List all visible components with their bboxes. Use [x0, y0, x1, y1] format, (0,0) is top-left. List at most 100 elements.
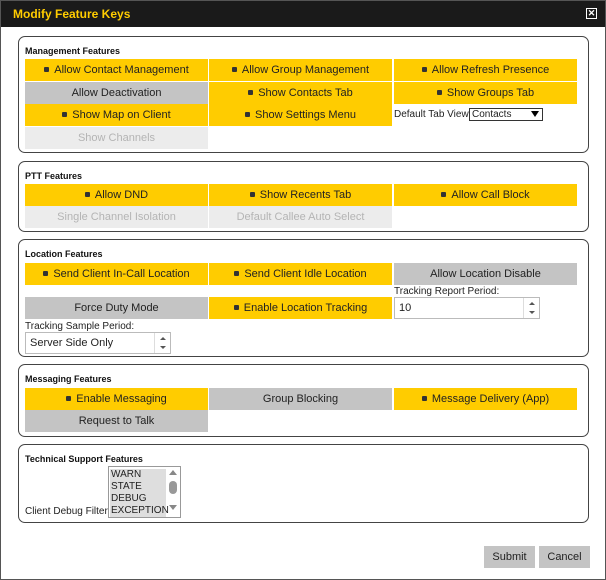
toggle-label: Send Client In-Call Location: [53, 268, 190, 280]
check-icon: [84, 191, 90, 197]
toggle-label: Show Settings Menu: [255, 109, 356, 121]
section-title: Management Features: [25, 46, 121, 56]
check-icon: [66, 395, 72, 401]
toggle-label: Show Contacts Tab: [258, 87, 353, 99]
allow-refresh-presence-toggle[interactable]: Allow Refresh Presence: [394, 59, 577, 81]
toggle-label: Allow Deactivation: [71, 87, 162, 99]
allow-deactivation-toggle[interactable]: Allow Deactivation: [25, 82, 208, 104]
scroll-thumb[interactable]: [169, 481, 177, 494]
spinner-value: 10: [399, 302, 412, 314]
management-features-section: Management Features Allow Contact Manage…: [18, 36, 589, 153]
default-tab-view-select[interactable]: Contacts: [469, 108, 543, 121]
force-duty-mode-toggle[interactable]: Force Duty Mode: [25, 297, 208, 319]
toggle-label: Enable Messaging: [76, 393, 167, 405]
chevron-down-icon[interactable]: [160, 346, 166, 349]
chevron-down-icon[interactable]: [529, 311, 535, 314]
spinner-buttons[interactable]: [523, 298, 539, 318]
send-client-idle-location-toggle[interactable]: Send Client Idle Location: [209, 263, 392, 285]
show-settings-menu-toggle[interactable]: Show Settings Menu: [209, 104, 392, 126]
show-map-on-client-toggle[interactable]: Show Map on Client: [25, 104, 208, 126]
toggle-label: Single Channel Isolation: [57, 211, 176, 223]
debug-option-warn[interactable]: WARN: [110, 469, 166, 481]
allow-location-disable-toggle[interactable]: Allow Location Disable: [394, 263, 577, 285]
tracking-report-period-input[interactable]: 10: [394, 297, 540, 319]
debug-option-debug[interactable]: DEBUG: [110, 493, 166, 505]
submit-button[interactable]: Submit: [484, 546, 535, 568]
debug-option-state[interactable]: STATE: [110, 481, 166, 493]
ptt-features-section: PTT Features Allow DND Show Recents Tab …: [18, 161, 589, 232]
spinner-buttons[interactable]: [154, 333, 170, 353]
tracking-report-period-label: Tracking Report Period:: [394, 286, 500, 297]
default-tab-view-label: Default Tab View:: [394, 109, 472, 120]
scroll-down-icon[interactable]: [169, 505, 177, 510]
show-groups-tab-toggle[interactable]: Show Groups Tab: [394, 82, 577, 104]
messaging-features-section: Messaging Features Enable Messaging Grou…: [18, 364, 589, 437]
check-icon: [245, 111, 251, 117]
tracking-sample-period-label: Tracking Sample Period:: [25, 321, 135, 332]
chevron-down-icon: [531, 111, 539, 117]
technical-support-features-section: Technical Support Features Client Debug …: [18, 444, 589, 523]
check-icon: [436, 89, 442, 95]
chevron-up-icon[interactable]: [160, 337, 166, 340]
send-client-in-call-location-toggle[interactable]: Send Client In-Call Location: [25, 263, 208, 285]
select-value: Contacts: [472, 109, 512, 120]
spinner-value: Server Side Only: [30, 337, 114, 349]
client-debug-filter-listbox[interactable]: WARN STATE DEBUG EXCEPTION: [108, 466, 181, 518]
toggle-label: Show Recents Tab: [259, 189, 352, 201]
show-contacts-tab-toggle[interactable]: Show Contacts Tab: [209, 82, 392, 104]
check-icon: [248, 89, 254, 95]
chevron-up-icon[interactable]: [529, 302, 535, 305]
allow-dnd-toggle[interactable]: Allow DND: [25, 184, 208, 206]
toggle-label: Enable Location Tracking: [243, 302, 368, 314]
allow-call-block-toggle[interactable]: Allow Call Block: [394, 184, 577, 206]
toggle-label: Allow Refresh Presence: [431, 64, 550, 76]
toggle-label: Allow Call Block: [451, 189, 530, 201]
toggle-label: Allow Contact Management: [54, 64, 189, 76]
check-icon: [421, 66, 427, 72]
toggle-label: Group Blocking: [262, 393, 339, 405]
debug-option-exception[interactable]: EXCEPTION: [110, 505, 169, 517]
single-channel-isolation-toggle[interactable]: Single Channel Isolation: [25, 206, 208, 228]
enable-location-tracking-toggle[interactable]: Enable Location Tracking: [209, 297, 392, 319]
enable-messaging-toggle[interactable]: Enable Messaging: [25, 388, 208, 410]
check-icon: [234, 270, 240, 276]
dialog-title-bar: Modify Feature Keys: [1, 1, 605, 27]
check-icon: [62, 111, 68, 117]
listbox-scrollbar[interactable]: [167, 468, 179, 512]
close-icon[interactable]: ✕: [586, 8, 597, 19]
check-icon: [421, 395, 427, 401]
toggle-label: Allow Group Management: [241, 64, 370, 76]
toggle-label: Force Duty Mode: [74, 302, 159, 314]
toggle-label: Request to Talk: [78, 415, 155, 427]
allow-contact-management-toggle[interactable]: Allow Contact Management: [25, 59, 208, 81]
show-channels-toggle[interactable]: Show Channels: [25, 127, 208, 149]
check-icon: [441, 191, 447, 197]
toggle-label: Default Callee Auto Select: [236, 211, 365, 223]
toggle-label: Send Client Idle Location: [244, 268, 367, 280]
group-blocking-toggle[interactable]: Group Blocking: [209, 388, 392, 410]
check-icon: [231, 66, 237, 72]
default-callee-auto-select-toggle[interactable]: Default Callee Auto Select: [209, 206, 392, 228]
client-debug-filter-label: Client Debug Filter:: [25, 506, 111, 517]
section-title: Location Features: [25, 249, 103, 259]
tracking-sample-period-input[interactable]: Server Side Only: [25, 332, 171, 354]
toggle-label: Show Channels: [77, 132, 156, 144]
show-recents-tab-toggle[interactable]: Show Recents Tab: [209, 184, 392, 206]
message-delivery-app-toggle[interactable]: Message Delivery (App): [394, 388, 577, 410]
scroll-up-icon[interactable]: [169, 470, 177, 475]
toggle-label: Show Groups Tab: [446, 87, 535, 99]
check-icon: [43, 270, 49, 276]
request-to-talk-toggle[interactable]: Request to Talk: [25, 410, 208, 432]
toggle-label: Message Delivery (App): [431, 393, 550, 405]
section-title: PTT Features: [25, 171, 83, 181]
cancel-button[interactable]: Cancel: [539, 546, 590, 568]
check-icon: [233, 304, 239, 310]
location-features-section: Location Features Send Client In-Call Lo…: [18, 239, 589, 357]
toggle-label: Allow DND: [94, 189, 149, 201]
section-title: Messaging Features: [25, 374, 112, 384]
check-icon: [249, 191, 255, 197]
toggle-label: Allow Location Disable: [430, 268, 541, 280]
allow-group-management-toggle[interactable]: Allow Group Management: [209, 59, 392, 81]
modify-feature-keys-dialog: Modify Feature Keys ✕ Management Feature…: [0, 0, 606, 580]
toggle-label: Show Map on Client: [72, 109, 171, 121]
